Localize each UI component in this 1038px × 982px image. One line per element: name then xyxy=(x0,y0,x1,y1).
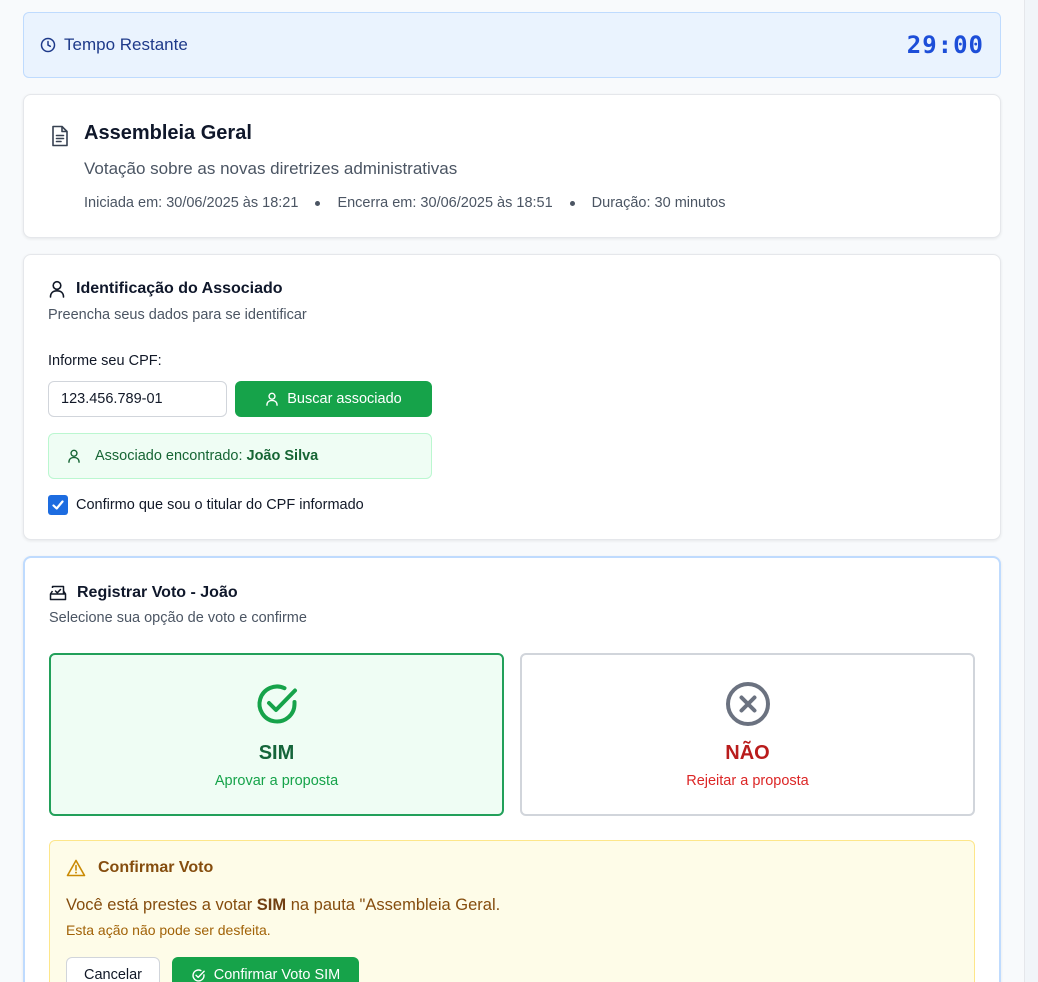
found-name: João Silva xyxy=(246,448,319,464)
confirm-vote-choice: SIM xyxy=(256,896,287,914)
check-circle-icon xyxy=(192,968,205,982)
duration: Duração: 30 minutos xyxy=(591,195,726,211)
irreversible-warning: Esta ação não pode ser desfeita. xyxy=(66,922,271,938)
start-time: Iniciada em: 30/06/2025 às 18:21 xyxy=(84,195,299,211)
vote-title: Registrar Voto - João xyxy=(49,584,238,602)
identification-subtitle: Preencha seus dados para se identificar xyxy=(48,307,307,323)
user-icon xyxy=(266,392,279,406)
titular-checkbox[interactable] xyxy=(48,495,68,515)
cancel-button[interactable]: Cancelar xyxy=(66,957,160,982)
document-icon xyxy=(52,125,68,147)
found-prefix: Associado encontrado: xyxy=(95,448,243,464)
confirm-vote-panel: Confirmar Voto Você está prestes a votar… xyxy=(49,840,975,982)
yes-description: Aprovar a proposta xyxy=(214,773,339,789)
separator-dot xyxy=(315,200,321,206)
separator-dot xyxy=(569,200,575,206)
check-circle-icon xyxy=(257,684,297,724)
assembly-card: Assembleia Geral Votação sobre as novas … xyxy=(23,94,1001,238)
confirm-vote-title: Confirmar Voto xyxy=(66,859,213,877)
x-circle-icon xyxy=(725,682,770,726)
identification-title: Identificação do Associado xyxy=(48,280,283,298)
vote-option-no[interactable]: NÃO Rejeitar a proposta xyxy=(520,653,975,816)
no-label: NÃO xyxy=(725,742,770,764)
clock-icon xyxy=(40,37,56,53)
vote-option-yes[interactable]: SIM Aprovar a proposta xyxy=(49,653,504,816)
confirm-vote-text: Você está prestes a votar SIM na pauta "… xyxy=(66,896,501,914)
vote-card: Registrar Voto - João Selecione sua opçã… xyxy=(23,556,1001,982)
no-description: Rejeitar a proposta xyxy=(686,773,809,789)
assembly-description: Votação sobre as novas diretrizes admini… xyxy=(84,159,458,178)
countdown-banner: Tempo Restante 29:00 xyxy=(23,12,1001,78)
assembly-meta: Iniciada em: 30/06/2025 às 18:21 Encerra… xyxy=(84,195,725,211)
user-icon xyxy=(68,449,80,463)
search-associate-button[interactable]: Buscar associado xyxy=(235,381,432,417)
titular-checkbox-label[interactable]: Confirmo que sou o titular do CPF inform… xyxy=(76,497,364,513)
cpf-label: Informe seu CPF: xyxy=(48,353,162,369)
end-time: Encerra em: 30/06/2025 às 18:51 xyxy=(337,195,553,211)
check-icon xyxy=(52,500,64,510)
warning-icon xyxy=(66,859,86,877)
timer-label: Tempo Restante xyxy=(64,35,188,54)
timer-value: 29:00 xyxy=(906,31,984,59)
cpf-input[interactable] xyxy=(48,381,227,417)
vote-subtitle: Selecione sua opção de voto e confirme xyxy=(49,610,307,626)
confirm-vote-button[interactable]: Confirmar Voto SIM xyxy=(172,957,359,982)
ballot-box-icon xyxy=(49,585,67,601)
user-icon xyxy=(49,280,65,298)
identification-card: Identificação do Associado Preencha seus… xyxy=(23,254,1001,540)
yes-label: SIM xyxy=(258,742,295,764)
assembly-title: Assembleia Geral xyxy=(84,122,252,144)
page-scrollbar[interactable] xyxy=(1024,0,1038,982)
associate-found-alert: Associado encontrado: João Silva xyxy=(48,433,432,479)
titular-confirmation: Confirmo que sou o titular do CPF inform… xyxy=(48,495,364,515)
